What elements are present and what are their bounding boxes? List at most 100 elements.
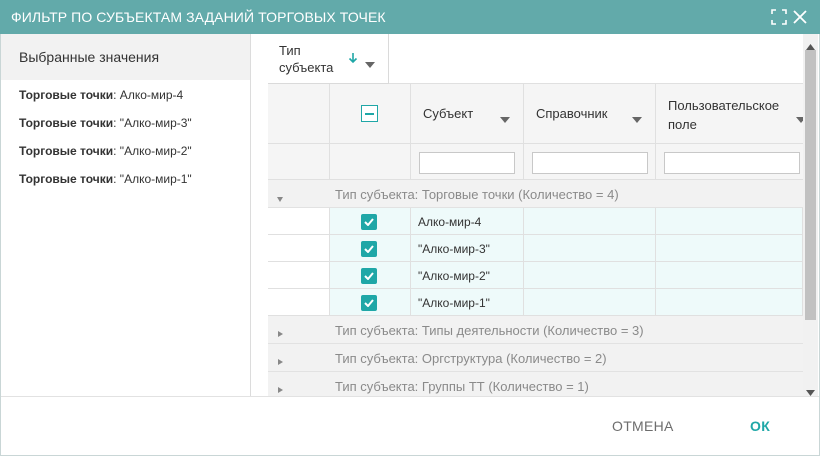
selected-value-item: Торговые точки: "Алко-мир-2" <box>1 144 250 172</box>
row-spacer <box>268 262 330 288</box>
group-row-label: Тип субъекта: Оргструктура (Количество =… <box>335 351 607 366</box>
selected-values-header: Выбранные значения <box>1 34 250 80</box>
reference-filter-input[interactable] <box>532 152 648 174</box>
column-header-label: Субъект <box>423 106 474 121</box>
subject-cell: "Алко-мир-2" <box>411 262 524 288</box>
column-header-reference[interactable]: Справочник <box>524 84 656 143</box>
row-select-cell <box>330 289 411 315</box>
group-chip-label: Тип субъекта <box>279 42 333 76</box>
group-row-label: Тип субъекта: Группы ТТ (Количество = 1) <box>335 379 589 394</box>
selected-value-label: Торговые точки <box>19 172 114 186</box>
subject-value: "Алко-мир-2" <box>418 269 490 283</box>
grid-filter-row <box>268 144 803 180</box>
subject-value: Алко-мир-4 <box>418 215 482 229</box>
group-chip-line2: субъекта <box>279 60 334 75</box>
grouping-panel: Тип субъекта <box>268 34 803 84</box>
table-row[interactable]: "Алко-мир-2" <box>268 262 803 289</box>
table-row[interactable]: "Алко-мир-3" <box>268 235 803 262</box>
caret-right-icon[interactable] <box>278 353 283 368</box>
row-checkbox[interactable] <box>361 295 377 311</box>
cancel-button[interactable]: ОТМЕНА <box>612 418 674 434</box>
filter-spacer <box>268 144 330 179</box>
selected-value-label: Торговые точки <box>19 88 114 102</box>
header-group-spacer <box>268 84 330 143</box>
subjects-grid-panel: Тип субъекта Субъект Справочник Пользова… <box>268 34 803 396</box>
user-field-cell <box>656 235 803 261</box>
chevron-down-icon[interactable] <box>500 111 510 126</box>
filter-cell-subject <box>411 144 524 179</box>
scrollbar-thumb[interactable] <box>805 50 816 320</box>
caret-down-icon[interactable] <box>277 190 283 205</box>
chevron-down-icon[interactable] <box>796 111 803 126</box>
reference-cell <box>524 208 656 234</box>
caret-right-icon[interactable] <box>278 381 283 396</box>
subject-cell: Алко-мир-4 <box>411 208 524 234</box>
group-chip-line1: Тип <box>279 43 301 58</box>
selected-value-label: Торговые точки <box>19 144 114 158</box>
column-header-subject[interactable]: Субъект <box>411 84 524 143</box>
column-header-user-field[interactable]: Пользовательское поле <box>656 84 803 143</box>
group-chip-subject-type[interactable]: Тип субъекта <box>268 34 389 84</box>
sort-down-icon[interactable] <box>348 52 358 67</box>
table-row[interactable]: "Алко-мир-1" <box>268 289 803 316</box>
selected-value-text: : Алко-мир-4 <box>113 88 184 102</box>
user-field-cell <box>656 262 803 288</box>
user-field-cell <box>656 208 803 234</box>
row-spacer <box>268 235 330 261</box>
row-select-cell <box>330 235 411 261</box>
group-row-label: Тип субъекта: Типы деятельности (Количес… <box>335 323 644 338</box>
subject-filter-input[interactable] <box>419 152 515 174</box>
column-header-line1: Пользовательское <box>668 98 780 113</box>
selected-values-panel: Выбранные значения Торговые точки: Алко-… <box>1 34 251 396</box>
group-row-label: Тип субъекта: Торговые точки (Количество… <box>335 187 619 202</box>
reference-cell <box>524 235 656 261</box>
selected-value-text: : "Алко-мир-1" <box>113 172 192 186</box>
dialog-titlebar: ФИЛЬТР ПО СУБЪЕКТАМ ЗАДАНИЙ ТОРГОВЫХ ТОЧ… <box>0 0 820 34</box>
user-field-filter-input[interactable] <box>664 152 800 174</box>
selected-value-item: Торговые точки: "Алко-мир-1" <box>1 172 250 200</box>
filter-cell-reference <box>524 144 656 179</box>
reference-cell <box>524 262 656 288</box>
selected-value-item: Торговые точки: "Алко-мир-3" <box>1 116 250 144</box>
chevron-down-icon[interactable] <box>632 111 642 126</box>
table-row[interactable]: Алко-мир-4 <box>268 208 803 235</box>
row-checkbox[interactable] <box>361 241 377 257</box>
selected-values-list: Торговые точки: Алко-мир-4 Торговые точк… <box>1 80 250 200</box>
select-all-checkbox[interactable] <box>361 105 378 122</box>
row-checkbox[interactable] <box>361 214 377 230</box>
selected-value-text: : "Алко-мир-2" <box>113 144 192 158</box>
selected-value-label: Торговые точки <box>19 116 114 130</box>
row-spacer <box>268 289 330 315</box>
ok-button[interactable]: ОК <box>750 418 770 434</box>
subject-cell: "Алко-мир-3" <box>411 235 524 261</box>
reference-cell <box>524 289 656 315</box>
group-row-org-structure[interactable]: Тип субъекта: Оргструктура (Количество =… <box>268 344 803 372</box>
subjects-grid: Субъект Справочник Пользовательское поле <box>268 84 803 396</box>
group-row-activity-types[interactable]: Тип субъекта: Типы деятельности (Количес… <box>268 316 803 344</box>
subject-cell: "Алко-мир-1" <box>411 289 524 315</box>
selected-value-text: : "Алко-мир-3" <box>113 116 192 130</box>
grid-header-row: Субъект Справочник Пользовательское поле <box>268 84 803 144</box>
dialog-footer: ОТМЕНА ОК <box>1 396 819 455</box>
column-header-label: Справочник <box>536 106 608 121</box>
group-row-outlets[interactable]: Тип субъекта: Торговые точки (Количество… <box>268 180 803 208</box>
maximize-icon[interactable] <box>770 8 788 26</box>
row-select-cell <box>330 208 411 234</box>
chevron-down-icon[interactable] <box>365 56 375 71</box>
selected-value-item: Торговые точки: Алко-мир-4 <box>1 88 250 116</box>
close-icon[interactable] <box>791 8 809 26</box>
row-select-cell <box>330 262 411 288</box>
group-row-outlet-groups[interactable]: Тип субъекта: Группы ТТ (Количество = 1) <box>268 372 803 396</box>
caret-right-icon[interactable] <box>278 325 283 340</box>
row-checkbox[interactable] <box>361 268 377 284</box>
filter-cell-user-field <box>656 144 803 179</box>
filter-spacer <box>330 144 411 179</box>
user-field-cell <box>656 289 803 315</box>
row-spacer <box>268 208 330 234</box>
dialog-title: ФИЛЬТР ПО СУБЪЕКТАМ ЗАДАНИЙ ТОРГОВЫХ ТОЧ… <box>11 9 386 25</box>
subject-value: "Алко-мир-1" <box>418 296 490 310</box>
subject-value: "Алко-мир-3" <box>418 242 490 256</box>
vertical-scrollbar[interactable] <box>803 34 818 396</box>
column-header-label: Пользовательское поле <box>668 96 788 134</box>
column-header-line2: поле <box>668 117 697 132</box>
